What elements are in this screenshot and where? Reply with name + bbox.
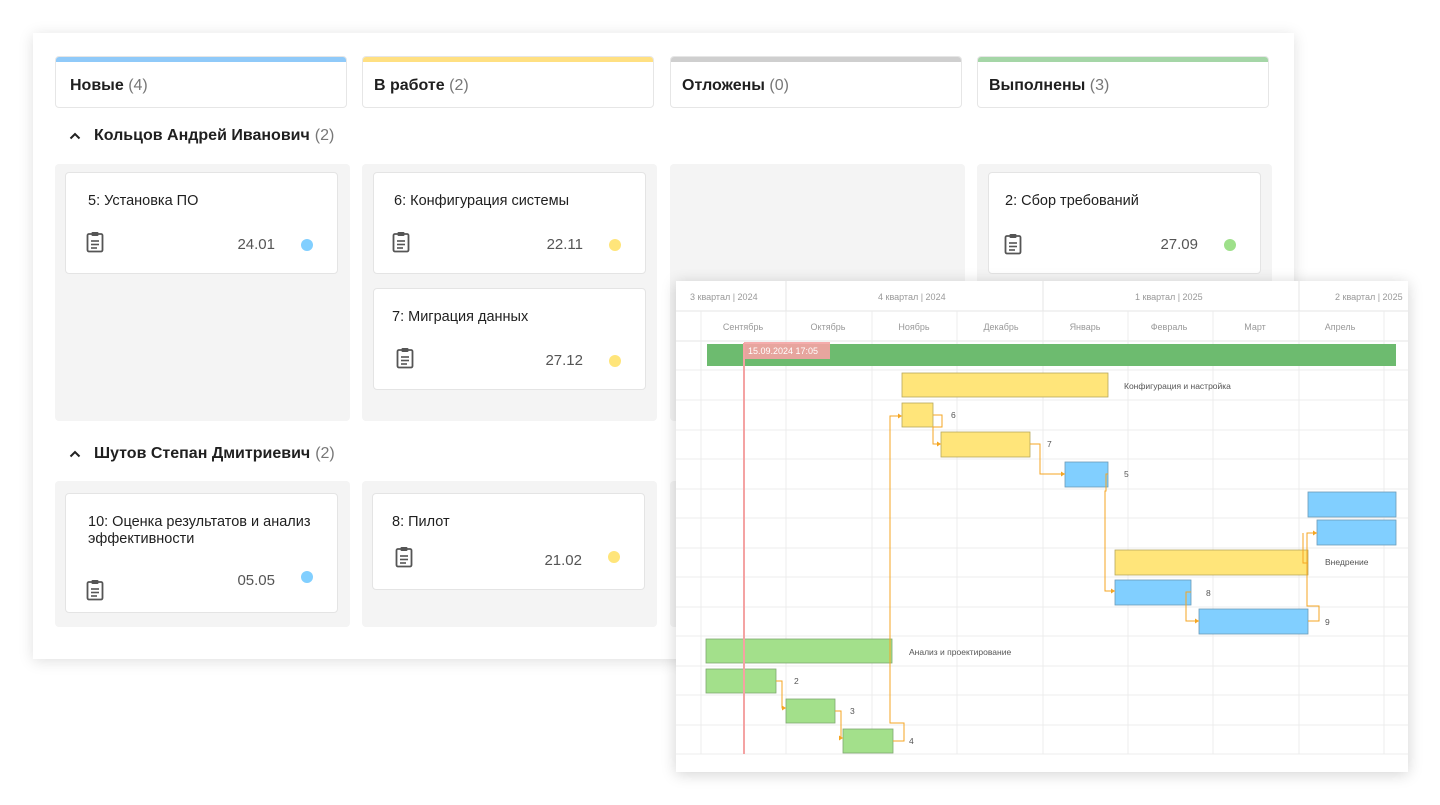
swimlane-name: Шутов Степан Дмитриевич <box>94 445 311 462</box>
gantt-chart: 3 квартал | 2024 4 квартал | 2024 1 квар… <box>676 281 1408 772</box>
task-date: 05.05 <box>237 572 275 589</box>
month-label: Январь <box>1070 322 1101 332</box>
clipboard-icon[interactable] <box>396 347 414 369</box>
column-title: В работе (2) <box>374 77 469 94</box>
chevron-up-icon <box>69 132 81 140</box>
month-label: Сентябрь <box>723 322 764 332</box>
task-title: 2: Сбор требований <box>1005 193 1139 209</box>
swimlane-toggle[interactable]: Кольцов Андрей Иванович (2) <box>69 127 334 145</box>
status-dot <box>301 571 313 583</box>
task-card[interactable]: 6: Конфигурация системы 22.11 <box>373 172 646 274</box>
gantt-bar-implementation[interactable] <box>1114 549 1309 576</box>
column-header-done[interactable]: Выполнены (3) <box>977 56 1269 108</box>
status-dot <box>609 239 621 251</box>
bar-label: 2 <box>794 676 799 686</box>
task-title: 10: Оценка результатов и анализ эффектив… <box>88 514 311 547</box>
gantt-bar-task-3[interactable] <box>785 698 836 724</box>
task-card[interactable]: 2: Сбор требований 27.09 <box>988 172 1261 274</box>
month-label: Апрель <box>1325 322 1356 332</box>
dependency-links <box>776 414 1320 742</box>
column-header-new[interactable]: Новые (4) <box>55 56 347 108</box>
gantt-bar-task-8[interactable] <box>1114 579 1192 606</box>
month-label: Октябрь <box>811 322 846 332</box>
clipboard-icon[interactable] <box>395 546 413 568</box>
task-title: 6: Конфигурация системы <box>394 193 569 209</box>
column-title: Выполнены (3) <box>989 77 1110 94</box>
task-card[interactable]: 8: Пилот 21.02 <box>372 493 645 590</box>
column-color-bar <box>56 57 346 62</box>
clipboard-icon[interactable] <box>1004 233 1022 255</box>
column-title: Отложены (0) <box>682 77 789 94</box>
task-title: 8: Пилот <box>392 514 450 530</box>
bar-label: 9 <box>1325 617 1330 627</box>
swimlane-name: Кольцов Андрей Иванович <box>94 127 310 144</box>
gantt-canvas: 3 квартал | 2024 4 квартал | 2024 1 квар… <box>676 281 1408 755</box>
gantt-bar-analysis[interactable] <box>705 638 893 664</box>
clipboard-icon[interactable] <box>86 579 104 601</box>
task-card[interactable]: 10: Оценка результатов и анализ эффектив… <box>65 493 338 613</box>
month-label: Февраль <box>1151 322 1188 332</box>
column-color-bar <box>978 57 1268 62</box>
swimlane-count: (2) <box>314 127 335 144</box>
today-marker-label: 15.09.2024 17:05 <box>748 346 818 356</box>
bar-label: 7 <box>1047 439 1052 449</box>
quarter-label: 4 квартал | 2024 <box>878 292 946 302</box>
bar-label: 8 <box>1206 588 1211 598</box>
clipboard-icon[interactable] <box>86 231 104 253</box>
task-date: 21.02 <box>544 552 582 569</box>
status-dot <box>1224 239 1236 251</box>
lane-inprogress-kolcov: 6: Конфигурация системы 22.11 7: Миграци… <box>362 164 657 421</box>
task-card[interactable]: 5: Установка ПО 24.01 <box>65 172 338 274</box>
bar-label: 5 <box>1124 469 1129 479</box>
month-label: Декабрь <box>983 322 1018 332</box>
swimlane-count: (2) <box>315 445 335 462</box>
status-dot <box>608 551 620 563</box>
status-dot <box>609 355 621 367</box>
quarter-label: 3 квартал | 2024 <box>690 292 758 302</box>
task-card[interactable]: 7: Миграция данных 27.12 <box>373 288 646 390</box>
bar-label: Внедрение <box>1325 557 1369 567</box>
bar-label: 3 <box>850 706 855 716</box>
clipboard-icon[interactable] <box>392 231 410 253</box>
column-title: Новые (4) <box>70 77 148 94</box>
gantt-bar-task-6[interactable] <box>901 402 934 428</box>
chevron-up-icon <box>69 450 81 458</box>
task-date: 22.11 <box>546 236 583 253</box>
bar-label: Анализ и проектирование <box>909 647 1011 657</box>
task-date: 27.09 <box>1160 236 1198 253</box>
lane-new-kolcov: 5: Установка ПО 24.01 <box>55 164 350 421</box>
gantt-bar-task-2[interactable] <box>705 668 777 694</box>
gantt-bar-task-10b[interactable] <box>1316 519 1397 546</box>
quarter-label: 1 квартал | 2025 <box>1135 292 1203 302</box>
task-date: 24.01 <box>237 236 275 253</box>
gantt-bar-task-10a[interactable] <box>1307 491 1397 518</box>
gantt-bar-task-9[interactable] <box>1198 608 1309 635</box>
lane-new-shutov: 10: Оценка результатов и анализ эффектив… <box>55 481 350 627</box>
bar-label: Конфигурация и настройка <box>1124 381 1231 391</box>
lane-inprogress-shutov: 8: Пилот 21.02 <box>362 481 657 627</box>
gantt-bar-config[interactable] <box>901 372 1109 398</box>
column-color-bar <box>671 57 961 62</box>
gantt-bar-task-4[interactable] <box>842 728 894 754</box>
quarter-label: 2 квартал | 2025 <box>1335 292 1403 302</box>
gantt-bar-task-7[interactable] <box>940 431 1031 458</box>
month-label: Март <box>1244 322 1266 332</box>
swimlane-toggle[interactable]: Шутов Степан Дмитриевич (2) <box>69 445 335 463</box>
column-header-postponed[interactable]: Отложены (0) <box>670 56 962 108</box>
month-label: Ноябрь <box>898 322 930 332</box>
bar-label: 4 <box>909 736 914 746</box>
status-dot <box>301 239 313 251</box>
task-title: 5: Установка ПО <box>88 193 199 209</box>
column-header-in-progress[interactable]: В работе (2) <box>362 56 654 108</box>
bar-label: 6 <box>951 410 956 420</box>
task-title: 7: Миграция данных <box>392 309 529 325</box>
gantt-bar-task-5[interactable] <box>1064 461 1109 488</box>
column-color-bar <box>363 57 653 62</box>
task-date: 27.12 <box>545 352 583 369</box>
